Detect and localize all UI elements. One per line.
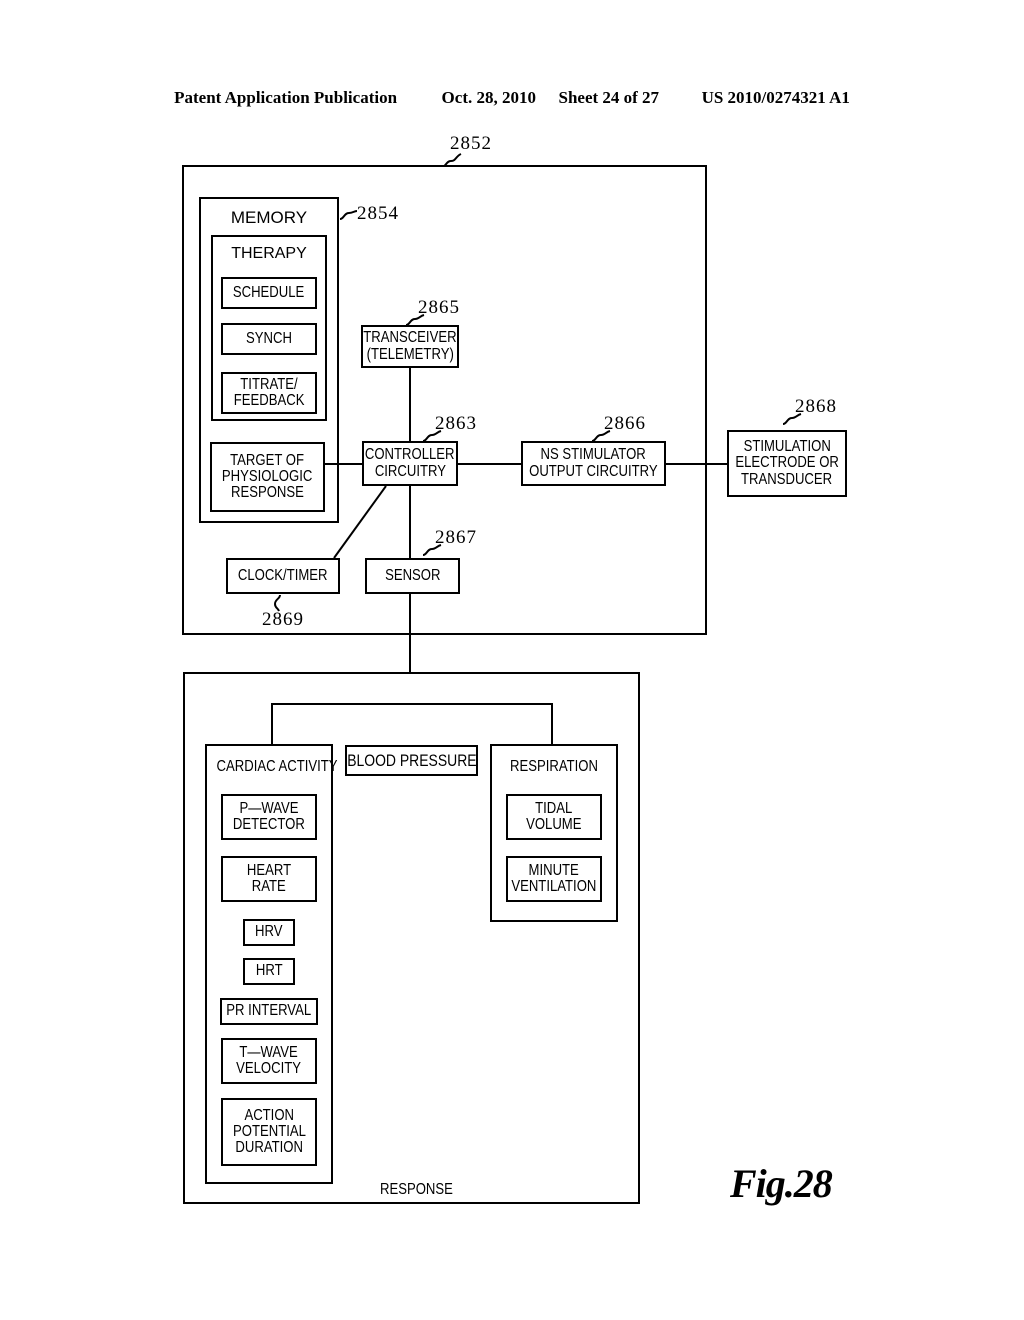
- respiration-title: RESPIRATION: [490, 758, 618, 776]
- response-bus-horizontal: [271, 703, 553, 705]
- header-date: Oct. 28, 2010: [441, 88, 536, 107]
- figure-caption: Fig.28: [730, 1161, 833, 1206]
- cardiac-item-heart-rate: HEART RATE: [221, 856, 317, 902]
- leader-2868-icon: [782, 413, 802, 425]
- cardiac-item-6-line1: ACTION: [244, 1106, 294, 1124]
- therapy-item-schedule-label: SCHEDULE: [233, 283, 305, 301]
- cardiac-item-t-wave-velocity: T—WAVE VELOCITY: [221, 1038, 317, 1084]
- cardiac-item-hrv: HRV: [243, 919, 295, 946]
- respiration-item-0-line1: TIDAL: [535, 799, 573, 817]
- electrode-line2: ELECTRODE OR: [735, 454, 839, 472]
- header-publication: Patent Application Publication: [174, 88, 398, 107]
- respiration-item-0-line2: VOLUME: [526, 816, 582, 833]
- ns-stimulator-line1: NS STIMULATOR: [540, 446, 647, 464]
- ref-numeral-2869: 2869: [262, 609, 304, 630]
- blood-pressure-label: BLOOD PRESSURE: [346, 750, 477, 770]
- respiration-item-1-line2: VENTILATION: [511, 878, 597, 895]
- blood-pressure-box: BLOOD PRESSURE: [345, 745, 478, 776]
- connector-memory-controller: [325, 463, 362, 465]
- therapy-item-schedule: SCHEDULE: [221, 277, 317, 309]
- controller-circuitry-box: CONTROLLER CIRCUITRY: [362, 441, 458, 486]
- cardiac-item-0-line1: P—WAVE: [239, 799, 299, 817]
- cardiac-item-6-line3: DURATION: [235, 1139, 303, 1157]
- cardiac-item-6-line2: POTENTIAL: [232, 1122, 306, 1140]
- transceiver-line2: (TELEMETRY): [366, 345, 454, 363]
- page-header: Patent Application Publication Oct. 28, …: [0, 88, 1024, 108]
- controller-line2: CIRCUITRY: [374, 462, 446, 480]
- memory-title: MEMORY: [230, 208, 308, 227]
- response-bus-drop-right: [551, 703, 553, 745]
- cardiac-item-3-line1: HRT: [255, 962, 283, 980]
- connector-nsstim-electrode: [666, 463, 727, 465]
- electrode-line3: TRANSDUCER: [741, 470, 833, 488]
- cardiac-item-pr-interval: PR INTERVAL: [220, 998, 318, 1025]
- electrode-line1: STIMULATION: [743, 438, 831, 456]
- response-panel-label: RESPONSE: [372, 1181, 461, 1199]
- stimulation-electrode-box: STIMULATION ELECTRODE OR TRANSDUCER: [727, 430, 847, 497]
- connector-controller-clocktimer: [333, 485, 387, 559]
- connector-transceiver-controller: [409, 368, 411, 441]
- header-sheet: Sheet 24 of 27: [558, 88, 660, 107]
- respiration-item-1-line1: MINUTE: [528, 861, 580, 879]
- target-line1: TARGET OF: [230, 451, 305, 469]
- target-line2: PHYSIOLOGIC: [222, 467, 313, 485]
- transceiver-box: TRANSCEIVER (TELEMETRY): [361, 325, 459, 368]
- response-bus-drop-left: [271, 703, 273, 745]
- cardiac-item-5-line2: VELOCITY: [236, 1060, 302, 1077]
- cardiac-item-4-line1: PR INTERVAL: [226, 1002, 312, 1020]
- ref-numeral-2854: 2854: [357, 203, 399, 224]
- respiration-item-tidal-volume: TIDAL VOLUME: [506, 794, 602, 840]
- connector-controller-sensor: [409, 486, 411, 558]
- patent-figure-page: Patent Application Publication Oct. 28, …: [0, 0, 1024, 1320]
- therapy-item-synch: SYNCH: [221, 323, 317, 355]
- cardiac-item-2-line1: HRV: [255, 923, 283, 941]
- leader-2867-icon: [422, 544, 442, 556]
- therapy-item-titrate-line2: FEEDBACK: [233, 392, 305, 409]
- controller-line1: CONTROLLER: [365, 446, 455, 464]
- cardiac-item-1-line1: HEART: [246, 861, 292, 879]
- cardiac-item-hrt: HRT: [243, 958, 295, 985]
- therapy-item-synch-label: SYNCH: [246, 329, 292, 347]
- cardiac-activity-title: CARDIAC ACTIVITY: [205, 758, 338, 776]
- transceiver-line1: TRANSCEIVER: [363, 329, 457, 347]
- ns-stimulator-line2: OUTPUT CIRCUITRY: [529, 462, 658, 480]
- connector-controller-nsstim: [458, 463, 521, 465]
- cardiac-item-0-line2: DETECTOR: [233, 816, 305, 833]
- therapy-title: THERAPY: [231, 245, 307, 262]
- cardiac-activity-title-text: CARDIAC ACTIVITY: [216, 758, 338, 775]
- ns-stimulator-output-circuitry-box: NS STIMULATOR OUTPUT CIRCUITRY: [521, 441, 666, 486]
- respiration-title-text: RESPIRATION: [510, 758, 598, 775]
- therapy-item-titrate-feedback: TITRATE/ FEEDBACK: [221, 372, 317, 414]
- sensor-label: SENSOR: [384, 566, 441, 584]
- response-panel-label-text: RESPONSE: [380, 1181, 453, 1198]
- cardiac-item-5-line1: T—WAVE: [239, 1043, 299, 1061]
- target-line3: RESPONSE: [231, 484, 304, 502]
- clock-timer-label: CLOCK/TIMER: [238, 566, 328, 584]
- cardiac-item-action-potential-duration: ACTION POTENTIAL DURATION: [221, 1098, 317, 1166]
- respiration-item-minute-ventilation: MINUTE VENTILATION: [506, 856, 602, 902]
- header-patent-number: US 2010/0274321 A1: [701, 88, 850, 107]
- sensor-box: SENSOR: [365, 558, 460, 594]
- cardiac-item-1-line2: RATE: [251, 878, 287, 895]
- target-physiologic-response-box: TARGET OF PHYSIOLOGIC RESPONSE: [210, 442, 325, 512]
- therapy-item-titrate-line1: TITRATE/: [240, 375, 298, 393]
- leader-2854-icon: [339, 210, 358, 220]
- cardiac-item-p-wave-detector: P—WAVE DETECTOR: [221, 794, 317, 840]
- clock-timer-box: CLOCK/TIMER: [226, 558, 340, 594]
